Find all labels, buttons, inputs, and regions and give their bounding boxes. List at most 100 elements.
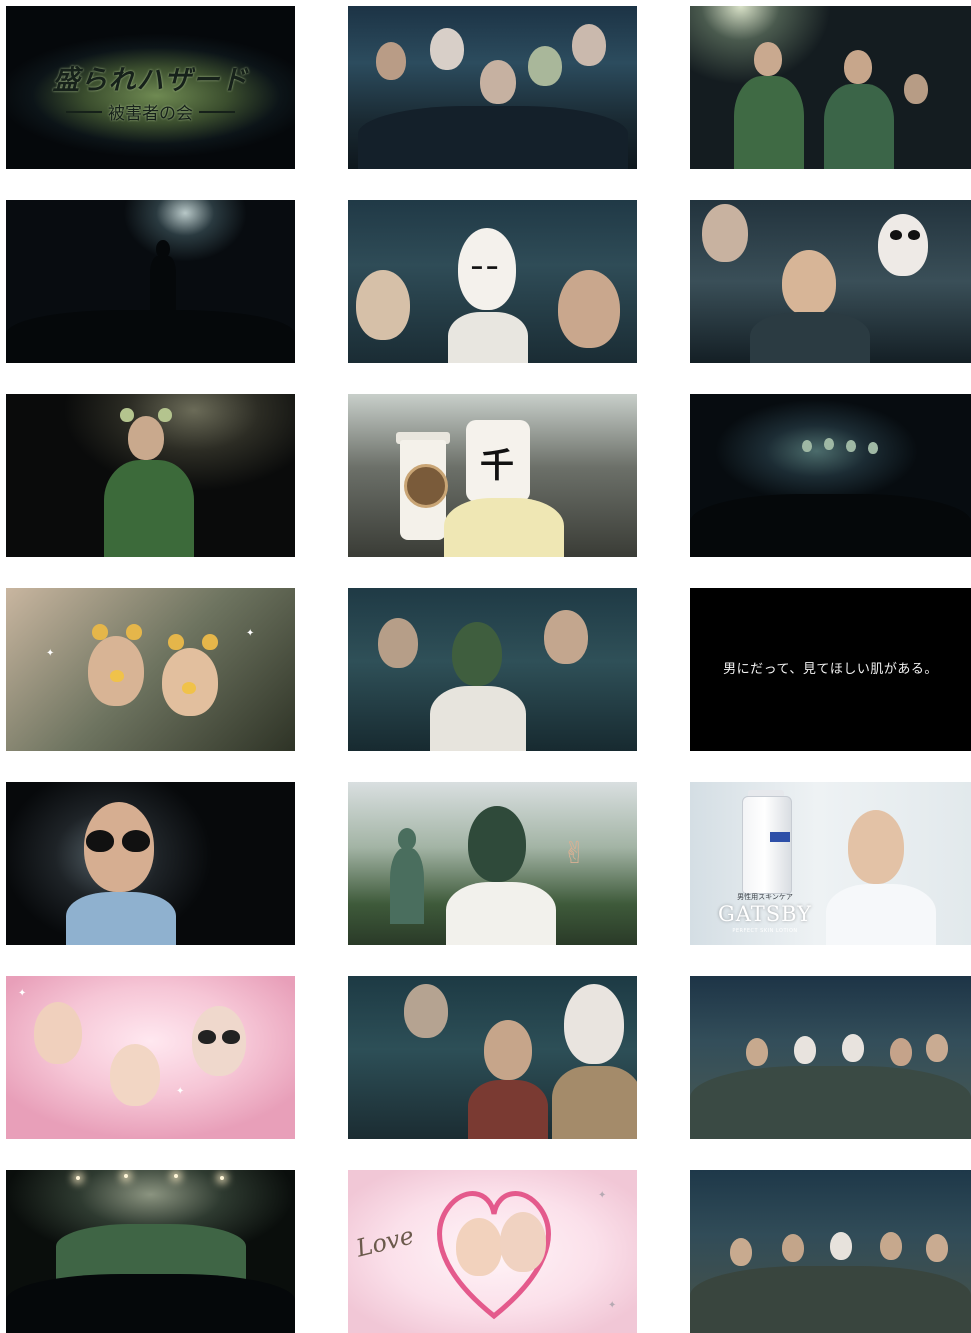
masked-face	[430, 28, 464, 70]
performer-silhouette	[150, 256, 176, 312]
woman-face	[456, 1218, 502, 1276]
sparkle-icon: ✦	[598, 1190, 607, 1201]
stage-light	[174, 1174, 178, 1178]
band-member	[802, 440, 812, 452]
frame-photo-sticker-family: ✦ ✦	[6, 976, 295, 1139]
frame-love-heart-photo: Love ✦ ✦	[348, 1170, 637, 1333]
title-main-text: 盛られハザード	[52, 65, 249, 96]
crowd-face	[782, 250, 836, 316]
frame-crowd-green-face	[348, 588, 637, 751]
frame-group-photo	[690, 976, 971, 1139]
group-face	[842, 1034, 864, 1062]
gatsby-product-name: PERFECT SKIN LOTION	[732, 928, 798, 934]
title-subtitle: 被害者の会	[66, 99, 235, 124]
frame-crowd-masks	[348, 6, 637, 169]
statue-body	[390, 848, 424, 924]
frame-group-photo-wide	[690, 1170, 971, 1333]
man-face	[500, 1212, 546, 1272]
title-card: 盛られハザード 被害者の会	[6, 58, 295, 124]
stage-light	[220, 1176, 224, 1180]
panda-mask-face	[878, 214, 928, 276]
frame-tagline: 男にだって、見てほしい肌がある。	[690, 588, 971, 751]
crowd-face	[702, 204, 748, 262]
coffee-cup-face-badge	[404, 464, 448, 508]
model-face	[848, 810, 904, 884]
band-members	[56, 1224, 246, 1280]
storyboard-grid: 盛られハザード 被害者の会 ━ ━ 千 ✦ ✦ 男にだって、見てほしい肌がある。…	[6, 6, 971, 1333]
shirt	[468, 1080, 548, 1139]
statue-head	[398, 828, 416, 850]
performer-face	[904, 74, 928, 104]
cat-ear-filter	[168, 634, 184, 650]
group-face	[730, 1238, 752, 1266]
shirt	[826, 884, 936, 945]
frame-cafe-coffee-cup: 千	[348, 394, 637, 557]
group-face	[880, 1232, 902, 1260]
singer-body	[104, 460, 194, 557]
masked-face	[528, 46, 562, 86]
group-face	[794, 1036, 816, 1064]
gatsby-category-label: 男性用スキンケア	[737, 893, 793, 901]
crowd-face	[572, 24, 606, 66]
frame-crowd-drawn-face: ━ ━	[348, 200, 637, 363]
sparkle-icon: ✦	[176, 1086, 185, 1097]
subtitle-right-rule	[199, 110, 235, 113]
band-member	[824, 438, 834, 450]
cat-nose-filter	[110, 670, 124, 682]
frame-singer-bear-ears	[6, 394, 295, 557]
group-face	[782, 1234, 804, 1262]
panda-eye	[890, 230, 902, 240]
gatsby-lotion-bottle	[742, 796, 792, 894]
title-sub-text: 被害者の会	[108, 104, 193, 124]
glasses-filter	[122, 830, 150, 852]
masked-face	[564, 984, 624, 1064]
cat-ear-filter	[92, 624, 108, 640]
sparkle-icon: ✦	[18, 988, 27, 999]
shirt	[444, 498, 564, 557]
shirt	[448, 312, 528, 363]
peace-sign-hand: ✌	[562, 836, 588, 871]
frame-stage-singers	[690, 6, 971, 169]
frame-couple-selfie-filter: ✦ ✦	[6, 588, 295, 751]
sparkle-icon: ✦	[46, 648, 55, 659]
crowd-face	[378, 618, 418, 668]
crowd-face	[356, 270, 410, 340]
drawn-face-marks: ━ ━	[472, 258, 497, 277]
shirt	[446, 882, 556, 945]
crowd-face	[480, 60, 516, 104]
frame-park-statue: ✌	[348, 782, 637, 945]
singer-body	[734, 76, 804, 169]
tagline-text: 男にだって、見てほしい肌がある。	[723, 662, 938, 677]
group-face	[746, 1038, 768, 1066]
audience-silhouettes	[6, 1274, 295, 1333]
cat-ear-filter	[126, 624, 142, 640]
mask-face-glyph: 千	[480, 446, 514, 486]
frame-crowd-cheering	[690, 200, 971, 363]
group-front-row	[690, 1066, 971, 1139]
singer-face	[844, 50, 872, 84]
band-member	[846, 440, 856, 452]
shirt	[66, 892, 176, 945]
sparkle-icon: ✦	[246, 628, 255, 639]
group-face	[926, 1034, 948, 1062]
glasses-icon	[198, 1030, 216, 1044]
frame-gatsby-product: 男性用スキンケア GATSBY PERFECT SKIN LOTION	[690, 782, 971, 945]
shirt	[430, 686, 526, 751]
frame-dark-stage	[6, 200, 295, 363]
singer-face	[754, 42, 782, 76]
audience-silhouettes	[6, 310, 295, 363]
frame-man-glasses-filter	[6, 782, 295, 945]
audience-silhouettes	[690, 494, 971, 557]
frame-title-card: 盛られハザード 被害者の会	[6, 6, 295, 169]
stage-light	[124, 1174, 128, 1178]
subtitle-left-rule	[66, 110, 102, 113]
group-front-row	[690, 1266, 971, 1333]
crowd-face	[376, 42, 406, 80]
bear-ear	[120, 408, 134, 422]
group-face	[890, 1038, 912, 1066]
singer-body	[824, 84, 894, 169]
love-script-text: Love	[353, 1221, 417, 1263]
crowd-bodies	[358, 106, 628, 169]
crowd-face	[544, 610, 588, 664]
glasses-icon	[222, 1030, 240, 1044]
